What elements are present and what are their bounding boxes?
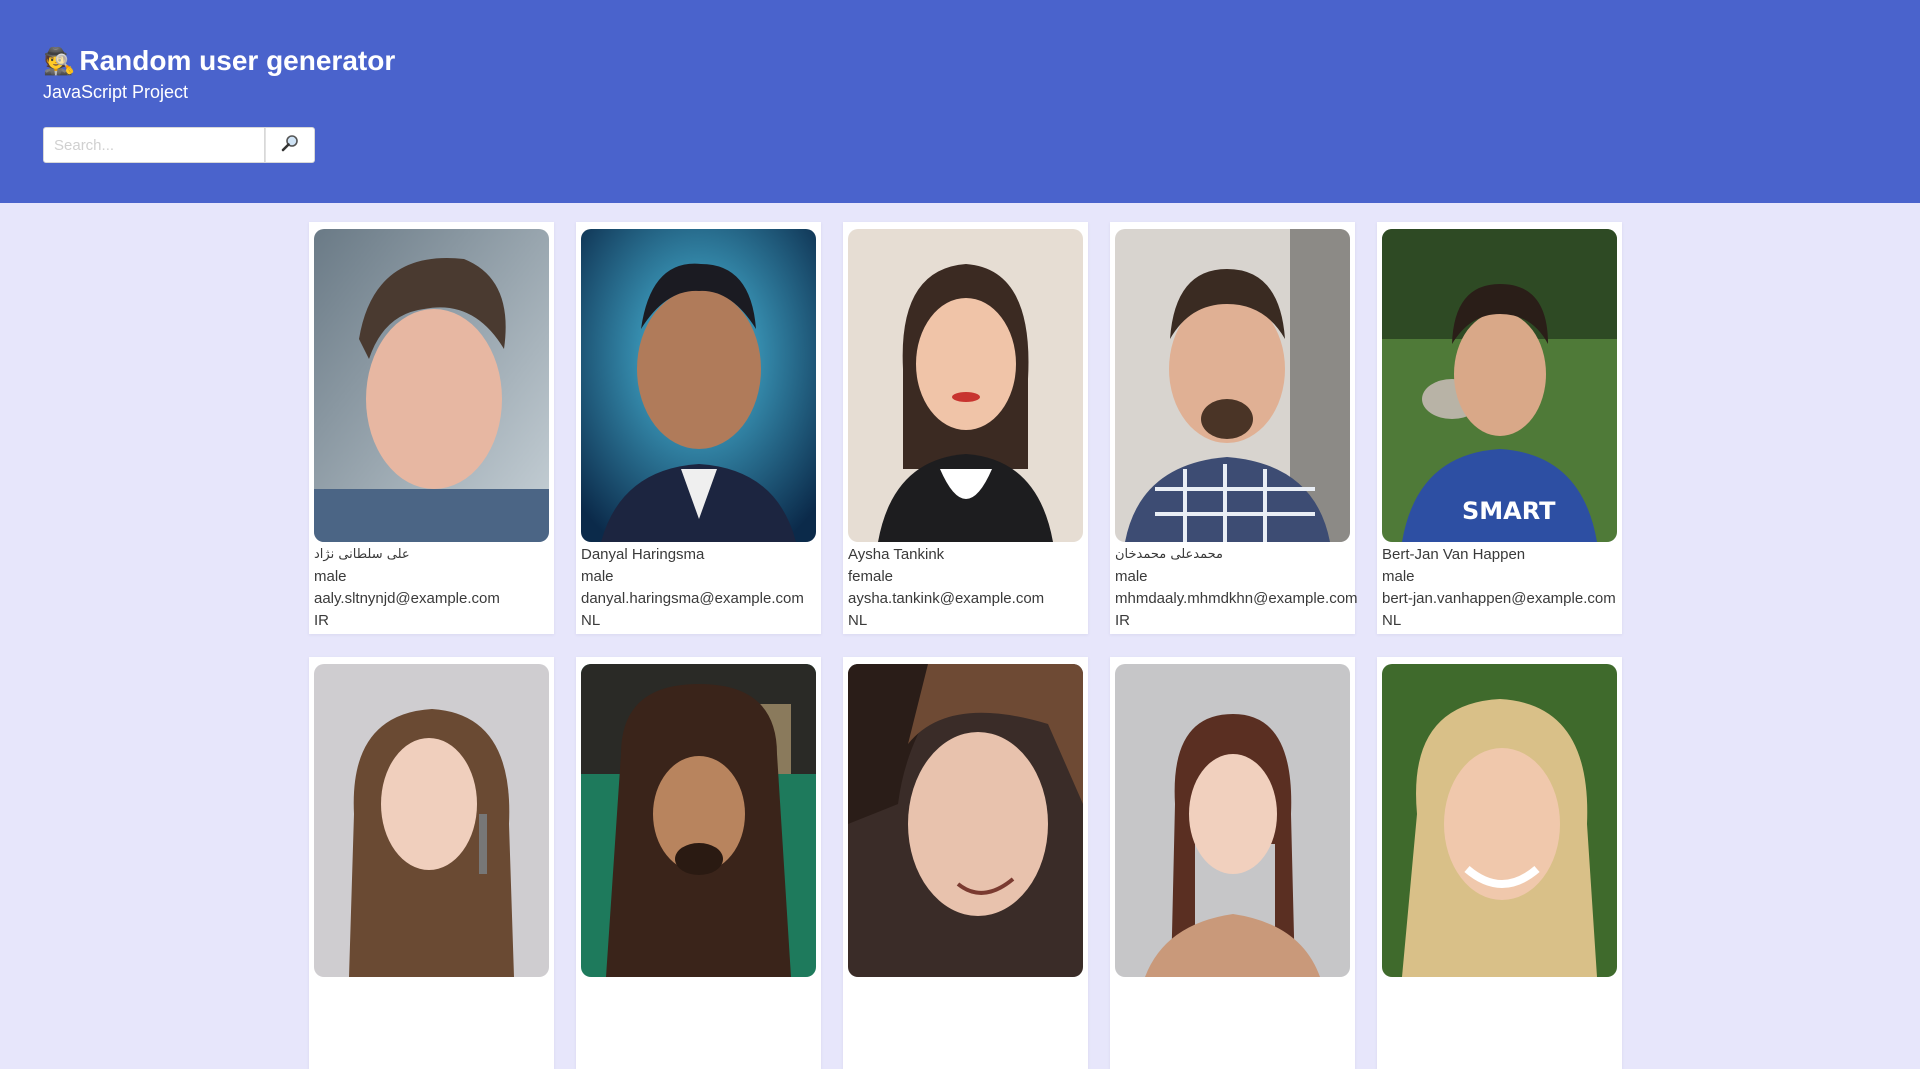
user-name: Bert-Jan Van Happen xyxy=(1382,546,1526,563)
search-bar xyxy=(43,127,1877,163)
user-email: danyal.haringsma@example.com xyxy=(581,590,804,607)
user-card xyxy=(843,657,1088,1069)
user-gender: male xyxy=(1115,568,1148,585)
user-photo xyxy=(1115,229,1350,542)
user-card xyxy=(1110,657,1355,1069)
user-name: Danyal Haringsma xyxy=(581,546,705,563)
user-card: SMART Bert-Jan Van Happen male bert-jan.… xyxy=(1377,222,1622,634)
user-card: علی سلطانی نژاد male aaly.sltnynjd@examp… xyxy=(309,222,554,634)
search-button[interactable] xyxy=(265,127,315,163)
page-subtitle: JavaScript Project xyxy=(43,82,189,102)
page-title: 🕵 Random user generator xyxy=(43,43,1877,79)
user-email: mhmdaaly.mhmdkhn@example.com xyxy=(1115,590,1358,607)
user-photo xyxy=(581,229,816,542)
user-card: Aysha Tankink female aysha.tankink@examp… xyxy=(843,222,1088,634)
user-photo xyxy=(1115,664,1350,977)
user-photo: SMART xyxy=(1382,229,1617,542)
user-name: علی سلطانی نژاد xyxy=(314,547,410,562)
user-nationality: NL xyxy=(581,612,601,629)
user-email: bert-jan.vanhappen@example.com xyxy=(1382,590,1616,607)
user-nationality: IR xyxy=(1115,612,1130,629)
spy-icon: 🕵 xyxy=(43,46,76,76)
user-card xyxy=(309,657,554,1069)
user-gender: male xyxy=(314,568,347,585)
user-email: aaly.sltnynjd@example.com xyxy=(314,590,500,607)
user-photo xyxy=(1382,664,1617,977)
user-photo xyxy=(314,229,549,542)
search-input[interactable] xyxy=(43,127,265,163)
user-photo xyxy=(581,664,816,977)
page-title-text: Random user generator xyxy=(79,45,396,76)
user-card: محمدعلی محمدخان male mhmdaaly.mhmdkhn@ex… xyxy=(1110,222,1358,634)
user-gender: female xyxy=(848,568,894,585)
user-card xyxy=(1377,657,1622,1069)
page-header: 🕵 Random user generator JavaScript Proje… xyxy=(0,0,1920,203)
user-email: aysha.tankink@example.com xyxy=(848,590,1045,607)
user-nationality: NL xyxy=(1382,612,1402,629)
user-name: محمدعلی محمدخان xyxy=(1115,547,1223,562)
svg-text:SMART: SMART xyxy=(1462,497,1556,525)
user-photo xyxy=(314,664,549,977)
user-photo xyxy=(848,229,1083,542)
user-nationality: NL xyxy=(848,612,868,629)
user-card: Danyal Haringsma male danyal.haringsma@e… xyxy=(576,222,821,634)
user-gender: male xyxy=(1382,568,1415,585)
user-name: Aysha Tankink xyxy=(848,546,945,563)
user-photo xyxy=(848,664,1083,977)
magnifier-icon xyxy=(280,133,300,158)
user-nationality: IR xyxy=(314,612,329,629)
user-gender: male xyxy=(581,568,614,585)
user-card xyxy=(576,657,821,1069)
